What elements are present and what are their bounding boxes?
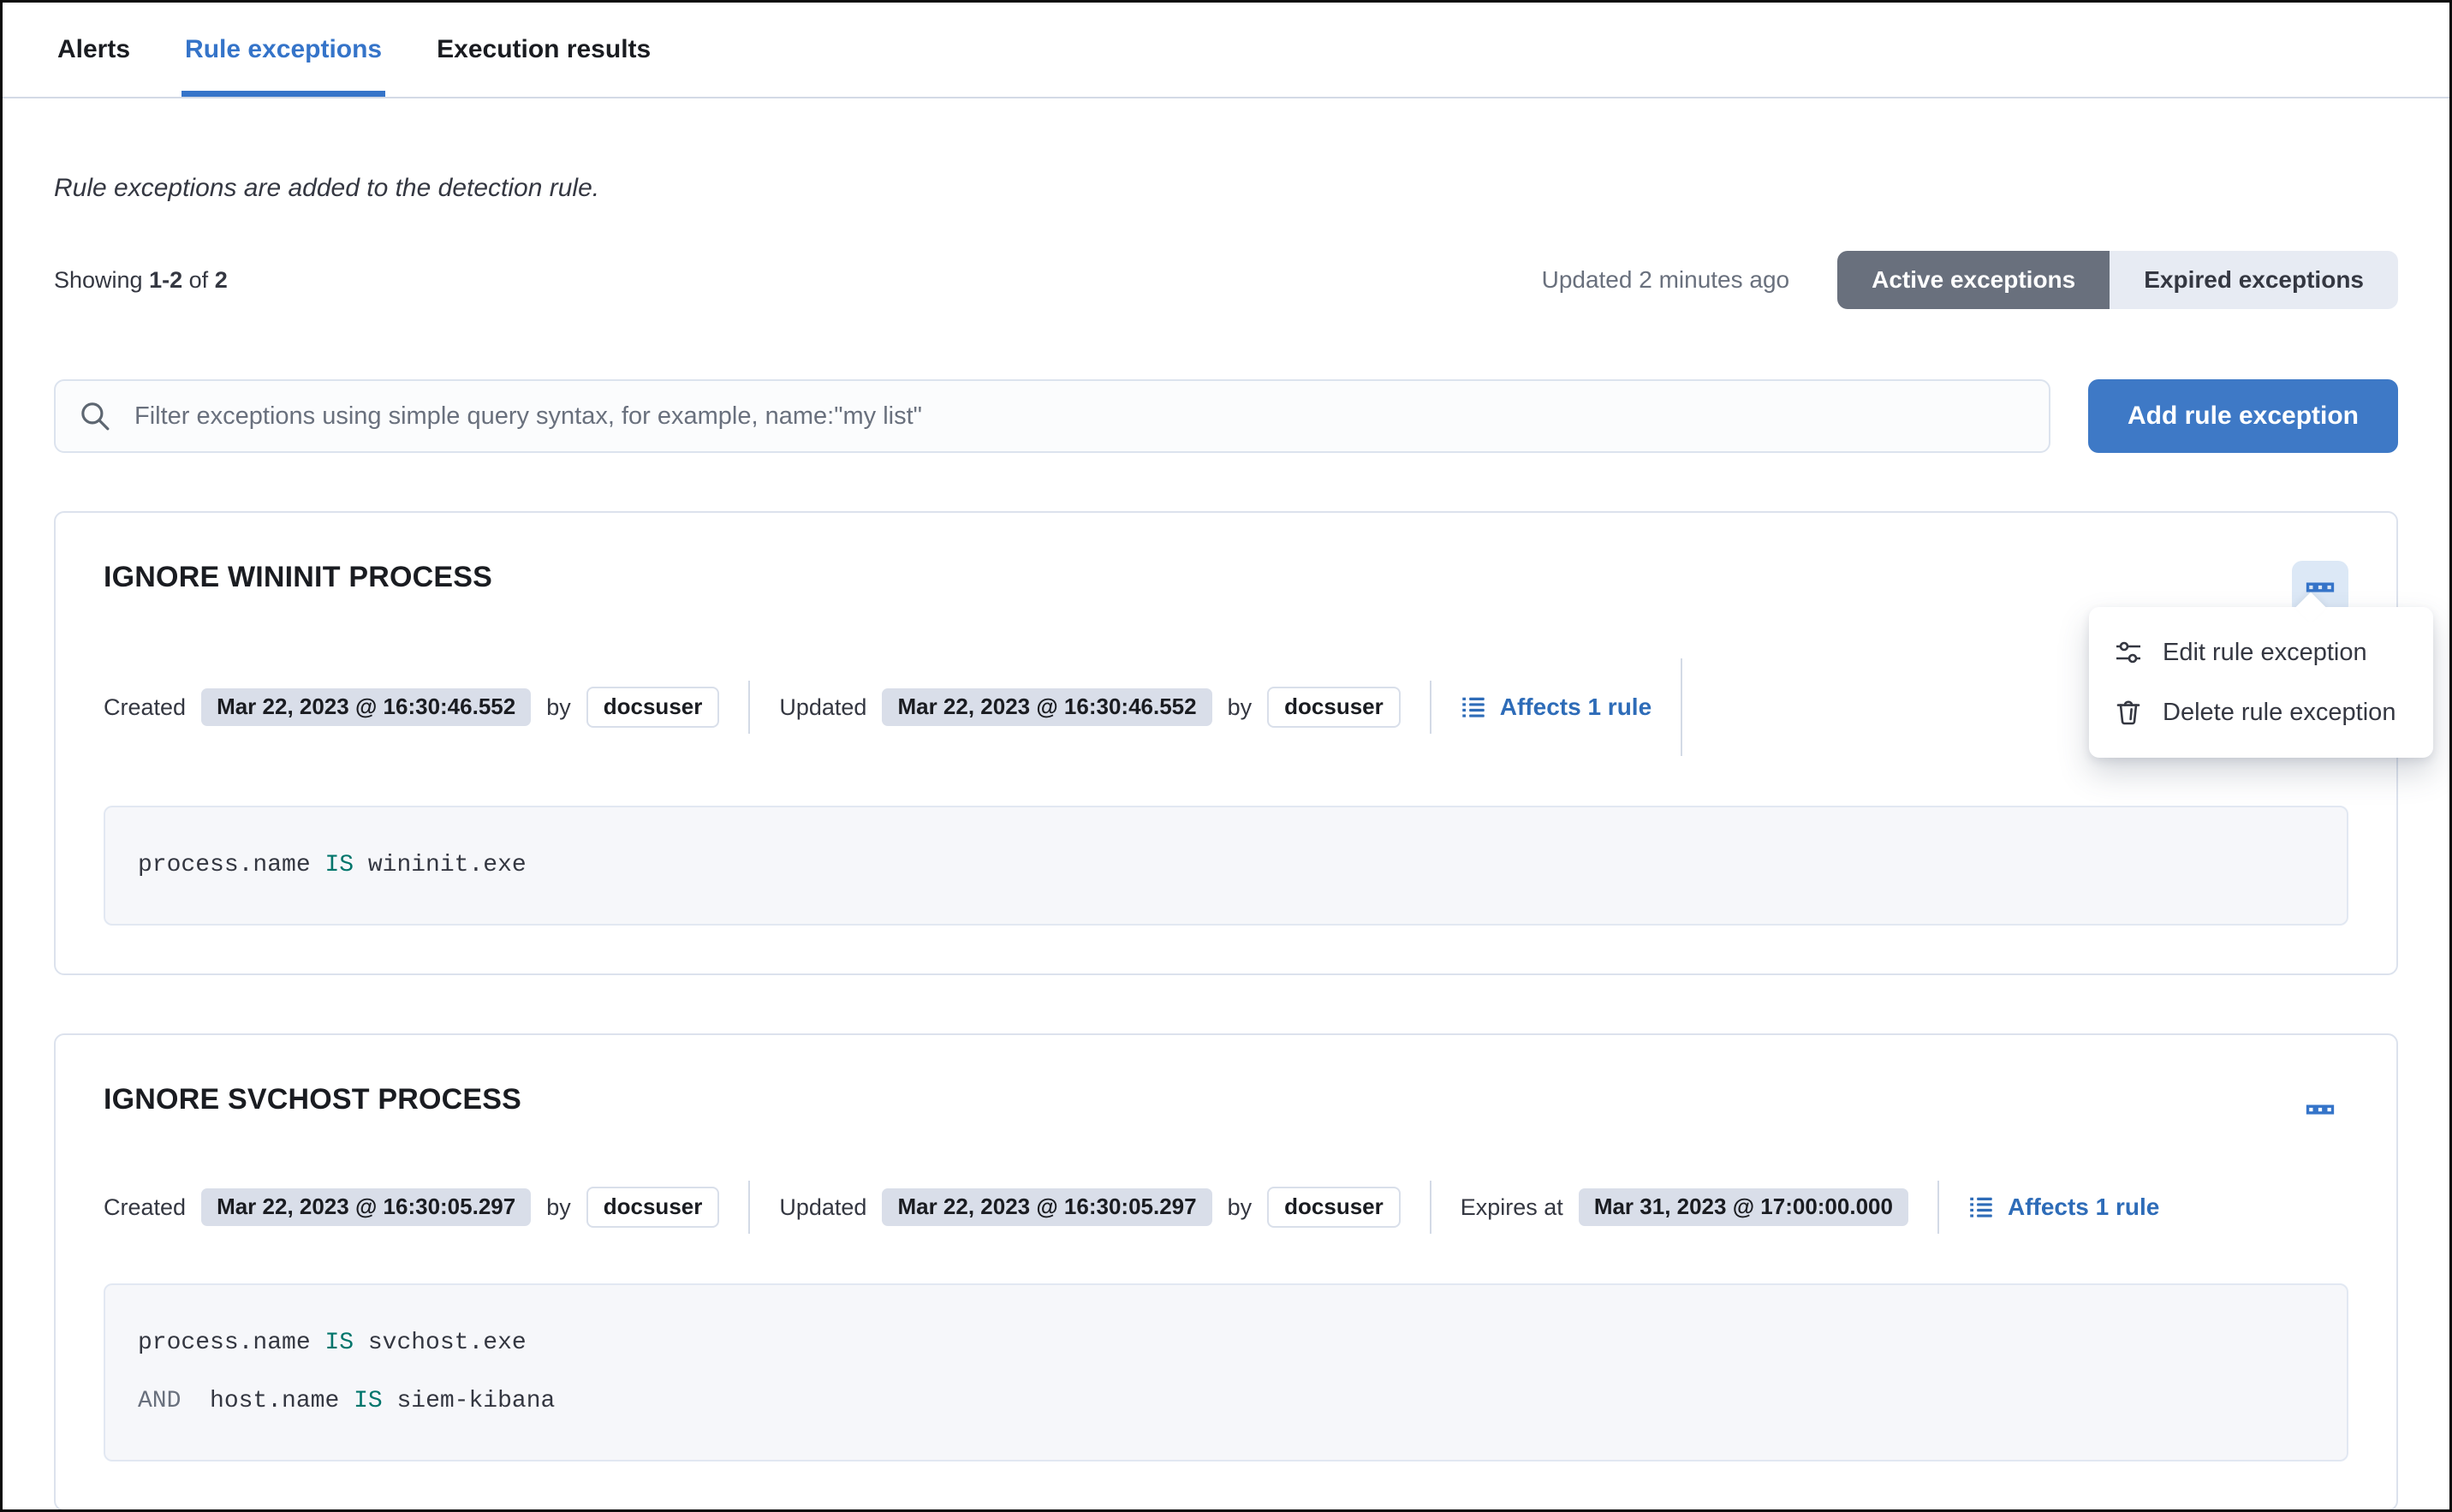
meta-divider xyxy=(1430,681,1431,734)
add-rule-exception-button[interactable]: Add rule exception xyxy=(2088,379,2398,453)
tab-rule-exceptions[interactable]: Rule exceptions xyxy=(182,3,385,97)
updated-by-badge: docsuser xyxy=(1267,687,1401,727)
list-icon xyxy=(1461,694,1486,720)
exception-card-svchost: IGNORE SVCHOST PROCESS Created Mar 22, 2… xyxy=(54,1033,2398,1511)
expires-label: Expires at xyxy=(1461,1194,1563,1221)
active-exceptions-toggle[interactable]: Active exceptions xyxy=(1837,251,2110,309)
utility-bar: Showing 1-2 of 2 Updated 2 minutes ago A… xyxy=(54,251,2398,309)
meta-divider xyxy=(1937,1181,1939,1234)
query-line: process.name IS svchost.exe xyxy=(138,1324,2314,1362)
created-label: Created xyxy=(104,1194,186,1221)
showing-of: of xyxy=(189,267,209,293)
exception-card-wininit: IGNORE WININIT PROCESS Created Mar 22, 2… xyxy=(54,511,2398,975)
last-updated-text: Updated 2 minutes ago xyxy=(1542,266,1790,294)
exception-query-block: process.name IS wininit.exe xyxy=(104,806,2348,926)
tab-bar: Alerts Rule exceptions Execution results xyxy=(3,3,2449,98)
edit-rule-exception-label: Edit rule exception xyxy=(2163,639,2367,667)
created-date-badge: Mar 22, 2023 @ 16:30:05.297 xyxy=(201,1188,531,1225)
list-icon xyxy=(1968,1194,1994,1220)
tab-execution-results[interactable]: Execution results xyxy=(433,3,654,97)
updated-label: Updated xyxy=(779,694,866,721)
delete-rule-exception-item[interactable]: Delete rule exception xyxy=(2089,682,2433,742)
exception-meta-row: Created Mar 22, 2023 @ 16:30:05.297 by d… xyxy=(104,1181,2348,1234)
affects-rules-label: Affects 1 rule xyxy=(1500,693,1652,721)
showing-count: Showing 1-2 of 2 xyxy=(54,267,228,294)
card-header: IGNORE SVCHOST PROCESS xyxy=(104,1083,2348,1138)
edit-rule-exception-item[interactable]: Edit rule exception xyxy=(2089,622,2433,682)
meta-divider xyxy=(1430,1181,1431,1234)
exception-title: IGNORE WININIT PROCESS xyxy=(104,561,492,594)
meta-divider xyxy=(748,1181,750,1234)
search-icon xyxy=(80,401,110,432)
tab-content: Rule exceptions are added to the detecti… xyxy=(3,174,2449,1512)
by-label: by xyxy=(546,694,571,721)
trash-icon xyxy=(2115,699,2142,726)
tab-alerts[interactable]: Alerts xyxy=(54,3,134,97)
exception-actions-popover: Edit rule exception Delete rule exceptio… xyxy=(2089,607,2433,758)
expires-date-badge: Mar 31, 2023 @ 17:00:00.000 xyxy=(1579,1188,1908,1225)
by-label: by xyxy=(546,1194,571,1221)
delete-rule-exception-label: Delete rule exception xyxy=(2163,699,2395,727)
boxes-horizontal-icon xyxy=(2306,1095,2335,1127)
updated-by-badge: docsuser xyxy=(1267,1187,1401,1227)
rule-exceptions-page: Alerts Rule exceptions Execution results… xyxy=(0,0,2452,1512)
affects-rules-link[interactable]: Affects 1 rule xyxy=(1968,1194,2159,1221)
exception-title: IGNORE SVCHOST PROCESS xyxy=(104,1083,521,1116)
affects-rules-link[interactable]: Affects 1 rule xyxy=(1461,693,1652,721)
card-header: IGNORE WININIT PROCESS xyxy=(104,561,2348,616)
showing-range: 1-2 xyxy=(149,267,182,293)
search-row: Add rule exception xyxy=(54,379,2398,453)
exception-query-block: process.name IS svchost.exe AND host.nam… xyxy=(104,1283,2348,1461)
exception-meta-row: Created Mar 22, 2023 @ 16:30:46.552 by d… xyxy=(104,658,2348,756)
updated-date-badge: Mar 22, 2023 @ 16:30:05.297 xyxy=(882,1188,1211,1225)
filter-exceptions-input[interactable] xyxy=(54,379,2050,453)
showing-prefix: Showing xyxy=(54,267,143,293)
query-line: process.name IS wininit.exe xyxy=(138,847,2314,884)
meta-divider xyxy=(1681,658,1682,756)
overflow-menu-button[interactable] xyxy=(2292,1083,2348,1138)
utility-right: Updated 2 minutes ago Active exceptions … xyxy=(1542,251,2398,309)
created-by-badge: docsuser xyxy=(586,1187,720,1227)
meta-divider xyxy=(748,681,750,734)
showing-total: 2 xyxy=(215,267,228,293)
by-label: by xyxy=(1228,694,1253,721)
updated-label: Updated xyxy=(779,1194,866,1221)
exception-state-toggle: Active exceptions Expired exceptions xyxy=(1837,251,2398,309)
query-line: AND host.name IS siem-kibana xyxy=(138,1383,2314,1420)
updated-date-badge: Mar 22, 2023 @ 16:30:46.552 xyxy=(882,688,1211,725)
created-by-badge: docsuser xyxy=(586,687,720,727)
created-date-badge: Mar 22, 2023 @ 16:30:46.552 xyxy=(201,688,531,725)
expired-exceptions-toggle[interactable]: Expired exceptions xyxy=(2110,251,2398,309)
created-label: Created xyxy=(104,694,186,721)
affects-rules-label: Affects 1 rule xyxy=(2008,1194,2159,1221)
controls-horizontal-icon xyxy=(2115,639,2142,666)
by-label: by xyxy=(1228,1194,1253,1221)
rule-exceptions-note: Rule exceptions are added to the detecti… xyxy=(54,174,2398,203)
search-box xyxy=(54,379,2050,453)
